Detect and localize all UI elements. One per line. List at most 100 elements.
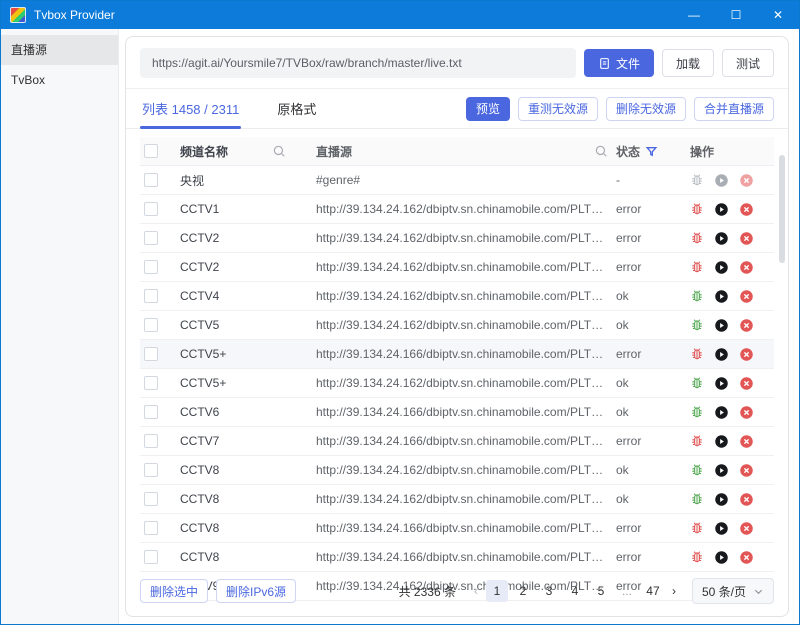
tab-actions: 预览 重测无效源 删除无效源 合并直播源 <box>466 97 774 121</box>
play-icon[interactable] <box>714 173 729 188</box>
channel-cell: CCTV1 <box>176 202 268 216</box>
remove-icon[interactable] <box>739 260 754 275</box>
row-checkbox[interactable] <box>144 405 158 419</box>
test-bug-icon[interactable] <box>690 492 704 506</box>
page-number[interactable]: 1 <box>486 580 508 602</box>
sidebar: 直播源 TvBox <box>1 29 119 624</box>
source-url-input[interactable] <box>140 48 576 78</box>
remove-icon[interactable] <box>739 289 754 304</box>
test-bug-icon[interactable] <box>690 202 704 216</box>
remove-icon[interactable] <box>739 550 754 565</box>
play-icon[interactable] <box>714 202 729 217</box>
remove-icon[interactable] <box>739 347 754 362</box>
delete-ipv6-button[interactable]: 删除IPv6源 <box>216 579 296 603</box>
play-icon[interactable] <box>714 434 729 449</box>
page-number[interactable]: 47 <box>642 580 664 602</box>
channel-cell: CCTV8 <box>176 521 268 535</box>
footer-bar: 删除选中 删除IPv6源 共 2336 条 ‹ 12345...47 › 50 … <box>126 568 788 616</box>
row-checkbox[interactable] <box>144 347 158 361</box>
test-bug-icon[interactable] <box>690 463 704 477</box>
test-bug-icon[interactable] <box>690 550 704 564</box>
test-bug-icon[interactable] <box>690 376 704 390</box>
row-checkbox[interactable] <box>144 289 158 303</box>
remove-icon[interactable] <box>739 318 754 333</box>
remove-icon[interactable] <box>739 492 754 507</box>
remove-icon[interactable] <box>739 173 754 188</box>
minimize-button[interactable]: — <box>673 1 715 29</box>
remove-icon[interactable] <box>739 434 754 449</box>
test-bug-icon[interactable] <box>690 289 704 303</box>
preview-button[interactable]: 预览 <box>466 97 510 121</box>
row-checkbox[interactable] <box>144 550 158 564</box>
test-bug-icon[interactable] <box>690 405 704 419</box>
play-icon[interactable] <box>714 347 729 362</box>
page-size-select[interactable]: 50 条/页 <box>692 578 774 604</box>
merge-sources-button[interactable]: 合并直播源 <box>694 97 774 121</box>
channel-cell: CCTV5 <box>176 318 268 332</box>
play-icon[interactable] <box>714 521 729 536</box>
next-page-icon[interactable]: › <box>668 584 680 598</box>
source-cell: http://39.134.24.162/dbiptv.sn.chinamobi… <box>316 260 608 274</box>
close-button[interactable]: ✕ <box>757 1 799 29</box>
test-bug-icon[interactable] <box>690 231 704 245</box>
row-checkbox[interactable] <box>144 260 158 274</box>
test-bug-icon[interactable] <box>690 173 704 187</box>
remove-icon[interactable] <box>739 405 754 420</box>
row-checkbox[interactable] <box>144 434 158 448</box>
remove-icon[interactable] <box>739 463 754 478</box>
page-number[interactable]: 3 <box>538 580 560 602</box>
play-icon[interactable] <box>714 260 729 275</box>
delete-invalid-button[interactable]: 删除无效源 <box>606 97 686 121</box>
test-button[interactable]: 测试 <box>722 49 774 77</box>
load-button[interactable]: 加载 <box>662 49 714 77</box>
row-checkbox[interactable] <box>144 202 158 216</box>
delete-selected-button[interactable]: 删除选中 <box>140 579 208 603</box>
play-icon[interactable] <box>714 376 729 391</box>
row-checkbox[interactable] <box>144 318 158 332</box>
tab-list[interactable]: 列表 1458 / 2311 <box>140 89 241 128</box>
prev-page-icon[interactable]: ‹ <box>470 584 482 598</box>
source-cell: http://39.134.24.162/dbiptv.sn.chinamobi… <box>316 231 608 245</box>
test-bug-icon[interactable] <box>690 318 704 332</box>
column-channel-name: 频道名称 <box>176 143 268 160</box>
remove-icon[interactable] <box>739 376 754 391</box>
remove-icon[interactable] <box>739 231 754 246</box>
tab-raw-format[interactable]: 原格式 <box>275 89 318 128</box>
play-icon[interactable] <box>714 550 729 565</box>
maximize-button[interactable]: ☐ <box>715 1 757 29</box>
select-all-checkbox[interactable] <box>144 144 158 158</box>
sidebar-item-live-source[interactable]: 直播源 <box>1 35 118 65</box>
play-icon[interactable] <box>714 318 729 333</box>
source-cell: http://39.134.24.166/dbiptv.sn.chinamobi… <box>316 405 608 419</box>
page-number[interactable]: 4 <box>564 580 586 602</box>
remove-icon[interactable] <box>739 521 754 536</box>
row-checkbox[interactable] <box>144 521 158 535</box>
test-bug-icon[interactable] <box>690 434 704 448</box>
test-bug-icon[interactable] <box>690 347 704 361</box>
row-checkbox[interactable] <box>144 492 158 506</box>
play-icon[interactable] <box>714 289 729 304</box>
retest-invalid-button[interactable]: 重测无效源 <box>518 97 598 121</box>
file-button[interactable]: 文件 <box>584 49 654 77</box>
status-filter-icon[interactable] <box>645 145 658 158</box>
source-search-icon[interactable] <box>594 144 608 158</box>
row-checkbox[interactable] <box>144 463 158 477</box>
play-icon[interactable] <box>714 405 729 420</box>
test-bug-icon[interactable] <box>690 521 704 535</box>
table-row: CCTV7 http://39.134.24.166/dbiptv.sn.chi… <box>140 427 774 456</box>
play-icon[interactable] <box>714 492 729 507</box>
row-checkbox[interactable] <box>144 173 158 187</box>
play-icon[interactable] <box>714 231 729 246</box>
page-number[interactable]: 2 <box>512 580 534 602</box>
play-icon[interactable] <box>714 463 729 478</box>
titlebar: Tvbox Provider — ☐ ✕ <box>1 1 799 29</box>
row-checkbox[interactable] <box>144 231 158 245</box>
remove-icon[interactable] <box>739 202 754 217</box>
test-bug-icon[interactable] <box>690 260 704 274</box>
sidebar-item-tvbox[interactable]: TvBox <box>1 65 118 95</box>
table-scrollbar[interactable] <box>779 155 785 263</box>
source-cell: http://39.134.24.162/dbiptv.sn.chinamobi… <box>316 318 608 332</box>
channel-search-icon[interactable] <box>272 144 286 158</box>
row-checkbox[interactable] <box>144 376 158 390</box>
page-number[interactable]: 5 <box>590 580 612 602</box>
